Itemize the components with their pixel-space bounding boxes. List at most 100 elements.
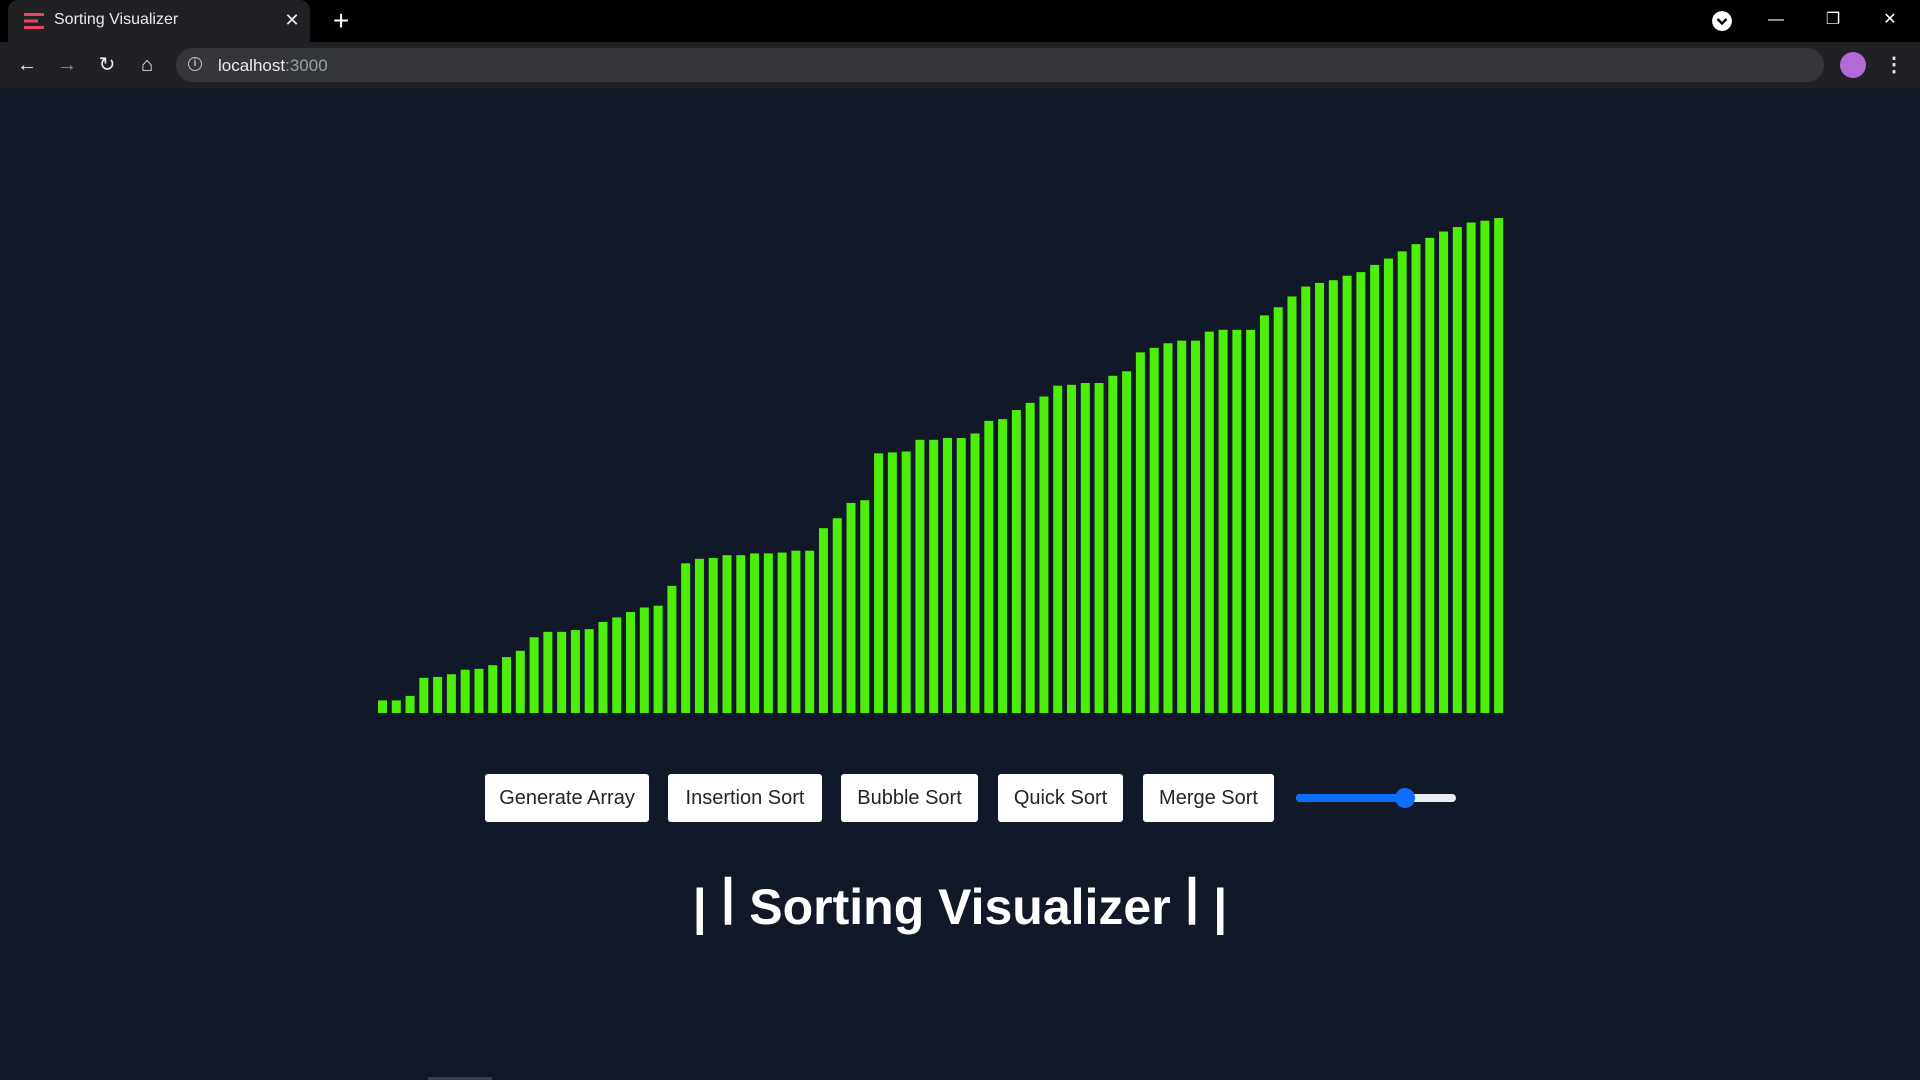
array-bar [805, 550, 815, 713]
array-bar [1039, 396, 1049, 713]
array-bar [956, 438, 966, 713]
array-bar [1383, 258, 1393, 713]
close-window-icon[interactable]: ✕ [1870, 4, 1910, 36]
array-bar [639, 607, 649, 713]
restore-icon[interactable]: ❐ [1813, 4, 1853, 36]
array-bar [1411, 244, 1421, 713]
array-bar [1328, 280, 1338, 713]
browser-tab[interactable]: Sorting Visualizer ✕ [8, 0, 310, 42]
array-bar [708, 557, 718, 713]
site-info-icon[interactable]: i [188, 57, 202, 71]
close-tab-icon[interactable]: ✕ [280, 8, 304, 32]
array-bar [1122, 371, 1132, 713]
tab-search-icon[interactable] [1712, 11, 1732, 31]
array-bar [419, 677, 429, 713]
array-bar [681, 563, 691, 713]
bars-chart [378, 218, 1504, 714]
slider-thumb[interactable] [1394, 788, 1415, 808]
insertion-sort-button[interactable]: Insertion Sort [668, 774, 822, 822]
array-bar [915, 439, 925, 713]
new-tab-icon[interactable]: + [326, 6, 356, 36]
array-bar [557, 631, 567, 713]
array-bar [1080, 383, 1090, 713]
array-bar [929, 439, 939, 713]
forward-icon[interactable]: → [50, 48, 84, 82]
array-bar [1177, 340, 1187, 713]
array-bar [818, 528, 828, 713]
array-bar [405, 695, 415, 713]
array-bar [529, 637, 539, 713]
array-bar [1315, 282, 1325, 713]
array-bar [1094, 383, 1104, 713]
speed-slider[interactable] [1296, 788, 1456, 808]
bubble-sort-button[interactable]: Bubble Sort [841, 774, 978, 822]
array-bar [791, 550, 801, 713]
array-bar [653, 605, 663, 713]
array-bar [1370, 264, 1380, 713]
array-bar [460, 669, 470, 713]
array-bar [1025, 402, 1035, 713]
home-icon[interactable]: ⌂ [130, 48, 164, 82]
array-bar [1149, 347, 1159, 713]
array-bar [722, 555, 732, 713]
browser-menu-icon[interactable]: ⋮ [1884, 50, 1904, 80]
array-bar [612, 617, 622, 713]
browser-toolbar: ← → ↻ ⌂ i localhost:3000 ★ ⋮ [0, 42, 1920, 88]
array-bar [515, 650, 525, 713]
quick-sort-button[interactable]: Quick Sort [998, 774, 1123, 822]
array-bar [543, 631, 553, 713]
array-bar [1135, 352, 1145, 713]
array-bar [901, 451, 911, 713]
page-heading: | ꟾ Sorting Visualizer ꟾ | [692, 879, 1228, 935]
generate-array-button[interactable]: Generate Array [485, 774, 649, 822]
array-bar [942, 438, 952, 713]
array-bar [446, 674, 456, 713]
menu-icon [24, 13, 44, 29]
array-bar [1494, 218, 1504, 713]
back-icon[interactable]: ← [10, 48, 44, 82]
array-bar [832, 518, 842, 713]
array-bar [1108, 375, 1118, 713]
array-bar [598, 621, 608, 713]
profile-avatar[interactable] [1840, 52, 1866, 78]
slider-fill [1296, 794, 1405, 802]
array-bar [626, 612, 636, 713]
address-host: localhost [218, 56, 286, 75]
array-bar [1480, 220, 1490, 713]
array-bar [1466, 222, 1476, 713]
array-bar [887, 452, 897, 713]
array-bar [1356, 272, 1366, 713]
array-bar [502, 657, 512, 713]
array-bar [846, 502, 856, 713]
array-bar [433, 676, 443, 713]
array-bar [1163, 343, 1173, 713]
array-bar [570, 630, 580, 713]
reload-icon[interactable]: ↻ [90, 48, 124, 82]
array-bar [736, 555, 746, 713]
address-text: localhost:3000 [218, 56, 328, 76]
array-bar [970, 433, 980, 713]
array-bar [1232, 329, 1242, 713]
array-bar [1452, 227, 1462, 713]
merge-sort-button[interactable]: Merge Sort [1143, 774, 1274, 822]
array-bar [874, 453, 884, 713]
array-bar [667, 585, 677, 713]
array-bar [984, 420, 994, 713]
controls-bar: Generate Array Insertion Sort Bubble Sor… [0, 774, 1920, 822]
browser-title-bar: Sorting Visualizer ✕ + — ❐ ✕ [0, 0, 1920, 42]
array-bar [391, 700, 401, 713]
array-bar [1439, 231, 1449, 713]
tab-title: Sorting Visualizer [54, 11, 179, 28]
array-bar [1273, 307, 1283, 713]
array-bar [750, 553, 760, 713]
array-bar [777, 552, 787, 713]
minimize-icon[interactable]: — [1756, 4, 1796, 36]
array-bar [1425, 237, 1435, 713]
array-bar [763, 553, 773, 713]
array-bar [584, 629, 594, 713]
array-bar [1246, 329, 1256, 713]
address-bar[interactable]: i localhost:3000 ★ [176, 48, 1824, 82]
array-bar [1287, 296, 1297, 713]
address-port: :3000 [285, 56, 328, 75]
array-bar [1218, 329, 1228, 713]
